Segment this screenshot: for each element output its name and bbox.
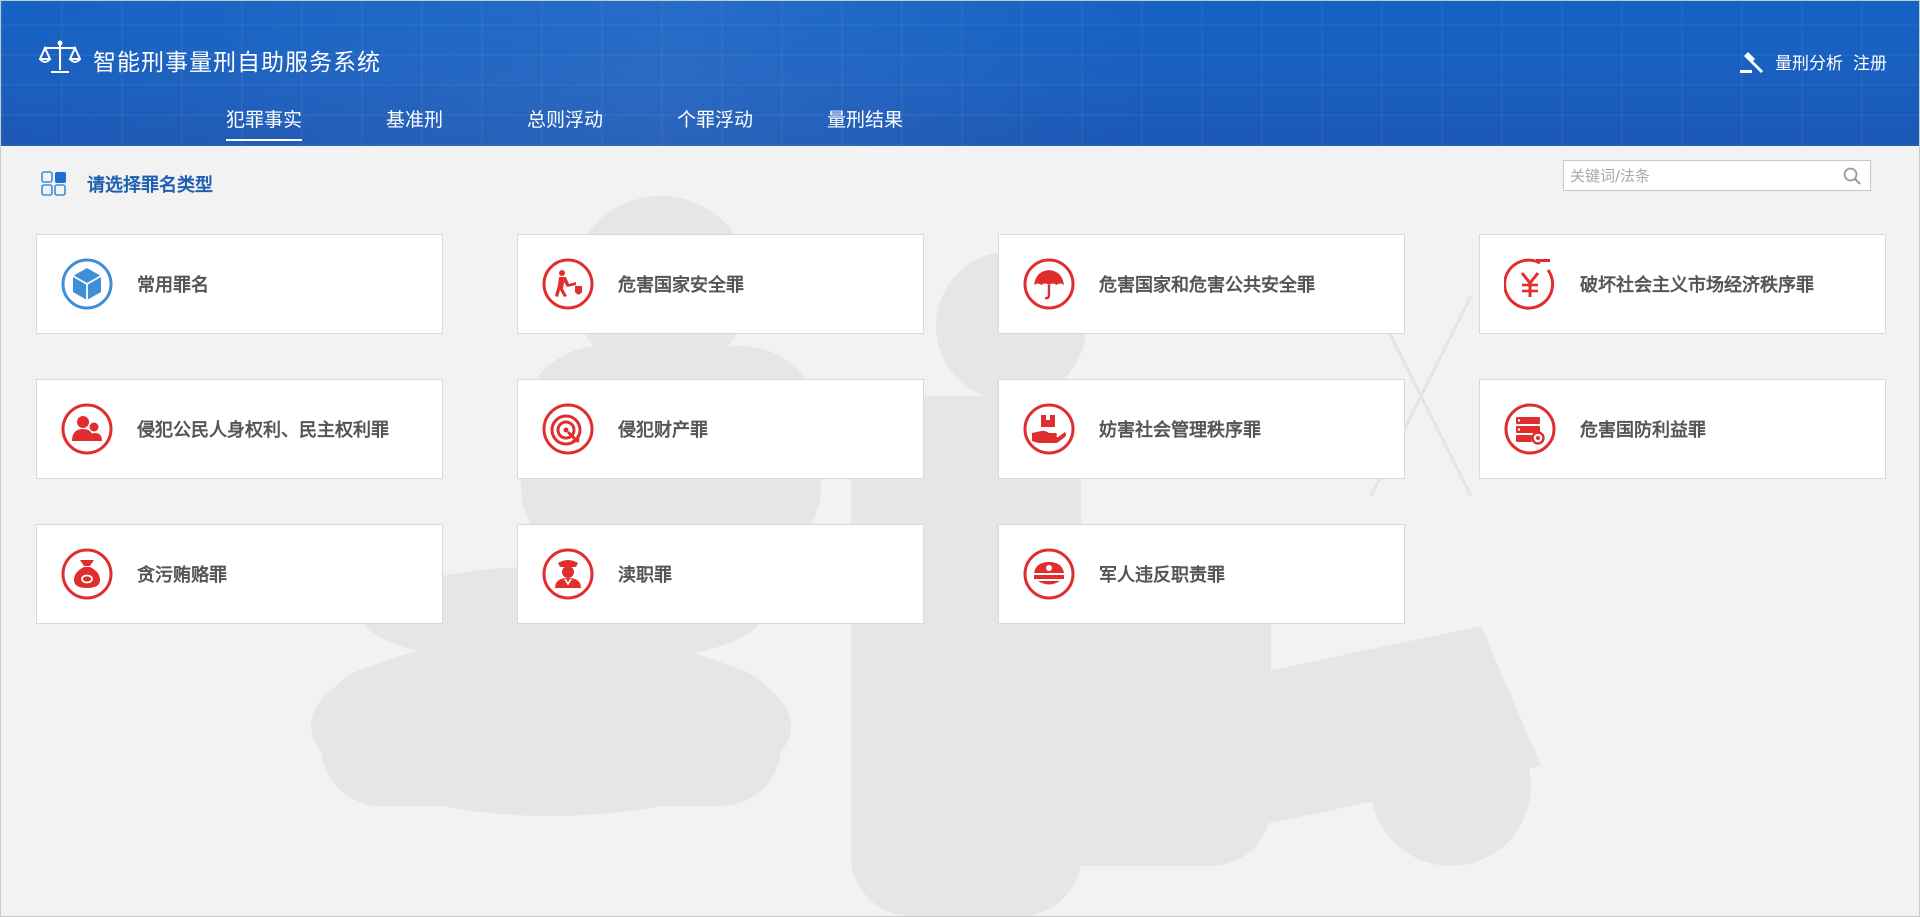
server-icon	[1504, 403, 1556, 455]
search-icon[interactable]	[1842, 166, 1862, 186]
search-box	[1563, 160, 1871, 191]
military-cap-icon	[1023, 548, 1075, 600]
category-grid-icon	[41, 171, 66, 196]
category-label: 贪污贿赂罪	[137, 565, 227, 586]
category-label: 危害国家和危害公共安全罪	[1099, 275, 1315, 296]
section-header: 请选择罪名类型	[41, 171, 213, 197]
category-label: 妨害社会管理秩序罪	[1099, 420, 1261, 441]
app-window: 智能刑事量刑自助服务系统 量刑分析 注册 犯罪事实 基准刑 总则浮动 个罪浮动 …	[0, 0, 1920, 917]
officer-icon	[542, 548, 594, 600]
category-label: 破坏社会主义市场经济秩序罪	[1580, 275, 1814, 296]
tab-sentencing-result[interactable]: 量刑结果	[827, 105, 903, 141]
category-label: 侵犯公民人身权利、民主权利罪	[137, 420, 389, 441]
category-card-state-security[interactable]: 危害国家安全罪	[517, 234, 924, 334]
category-card-military-duty[interactable]: 军人违反职责罪	[998, 524, 1405, 624]
sentencing-analysis-link[interactable]: 量刑分析	[1775, 49, 1843, 74]
tab-specific-adjustment[interactable]: 个罪浮动	[677, 105, 753, 141]
people-icon	[61, 403, 113, 455]
category-card-public-security[interactable]: 危害国家和危害公共安全罪	[998, 234, 1405, 334]
scales-of-justice-icon	[39, 40, 81, 73]
category-card-property[interactable]: 侵犯财产罪	[517, 379, 924, 479]
category-card-corruption[interactable]: 贪污贿赂罪	[36, 524, 443, 624]
tab-general-adjustment[interactable]: 总则浮动	[527, 105, 603, 141]
category-card-market-economy[interactable]: 破坏社会主义市场经济秩序罪	[1479, 234, 1886, 334]
category-card-dereliction[interactable]: 渎职罪	[517, 524, 924, 624]
tab-base-sentence[interactable]: 基准刑	[386, 105, 443, 141]
section-title: 请选择罪名类型	[87, 175, 213, 196]
umbrella-icon	[1023, 258, 1075, 310]
soldier-shield-icon	[542, 258, 594, 310]
category-card-common[interactable]: 常用罪名	[36, 234, 443, 334]
category-label: 侵犯财产罪	[618, 420, 708, 441]
cube-icon	[61, 258, 113, 310]
target-icon	[542, 403, 594, 455]
tab-crime-facts[interactable]: 犯罪事实	[226, 105, 303, 141]
app-title: 智能刑事量刑自助服务系统	[93, 50, 381, 76]
gavel-icon	[1740, 51, 1763, 73]
main-nav: 犯罪事实 基准刑 总则浮动 个罪浮动 量刑结果	[1, 99, 1919, 146]
hand-box-icon	[1023, 403, 1075, 455]
category-card-social-order[interactable]: 妨害社会管理秩序罪	[998, 379, 1405, 479]
category-card-personal-rights[interactable]: 侵犯公民人身权利、民主权利罪	[36, 379, 443, 479]
money-bag-icon	[61, 548, 113, 600]
header-bar: 智能刑事量刑自助服务系统 量刑分析 注册 犯罪事实 基准刑 总则浮动 个罪浮动 …	[1, 1, 1919, 146]
category-label: 渎职罪	[618, 565, 672, 586]
register-link[interactable]: 注册	[1853, 49, 1887, 74]
category-label: 危害国防利益罪	[1580, 420, 1706, 441]
search-input[interactable]	[1564, 161, 1834, 190]
category-label: 常用罪名	[137, 275, 209, 296]
category-label: 军人违反职责罪	[1099, 565, 1225, 586]
category-card-national-defense[interactable]: 危害国防利益罪	[1479, 379, 1886, 479]
yuan-icon	[1504, 258, 1555, 310]
category-label: 危害国家安全罪	[618, 275, 744, 296]
header-actions: 量刑分析 注册	[1739, 49, 1887, 74]
